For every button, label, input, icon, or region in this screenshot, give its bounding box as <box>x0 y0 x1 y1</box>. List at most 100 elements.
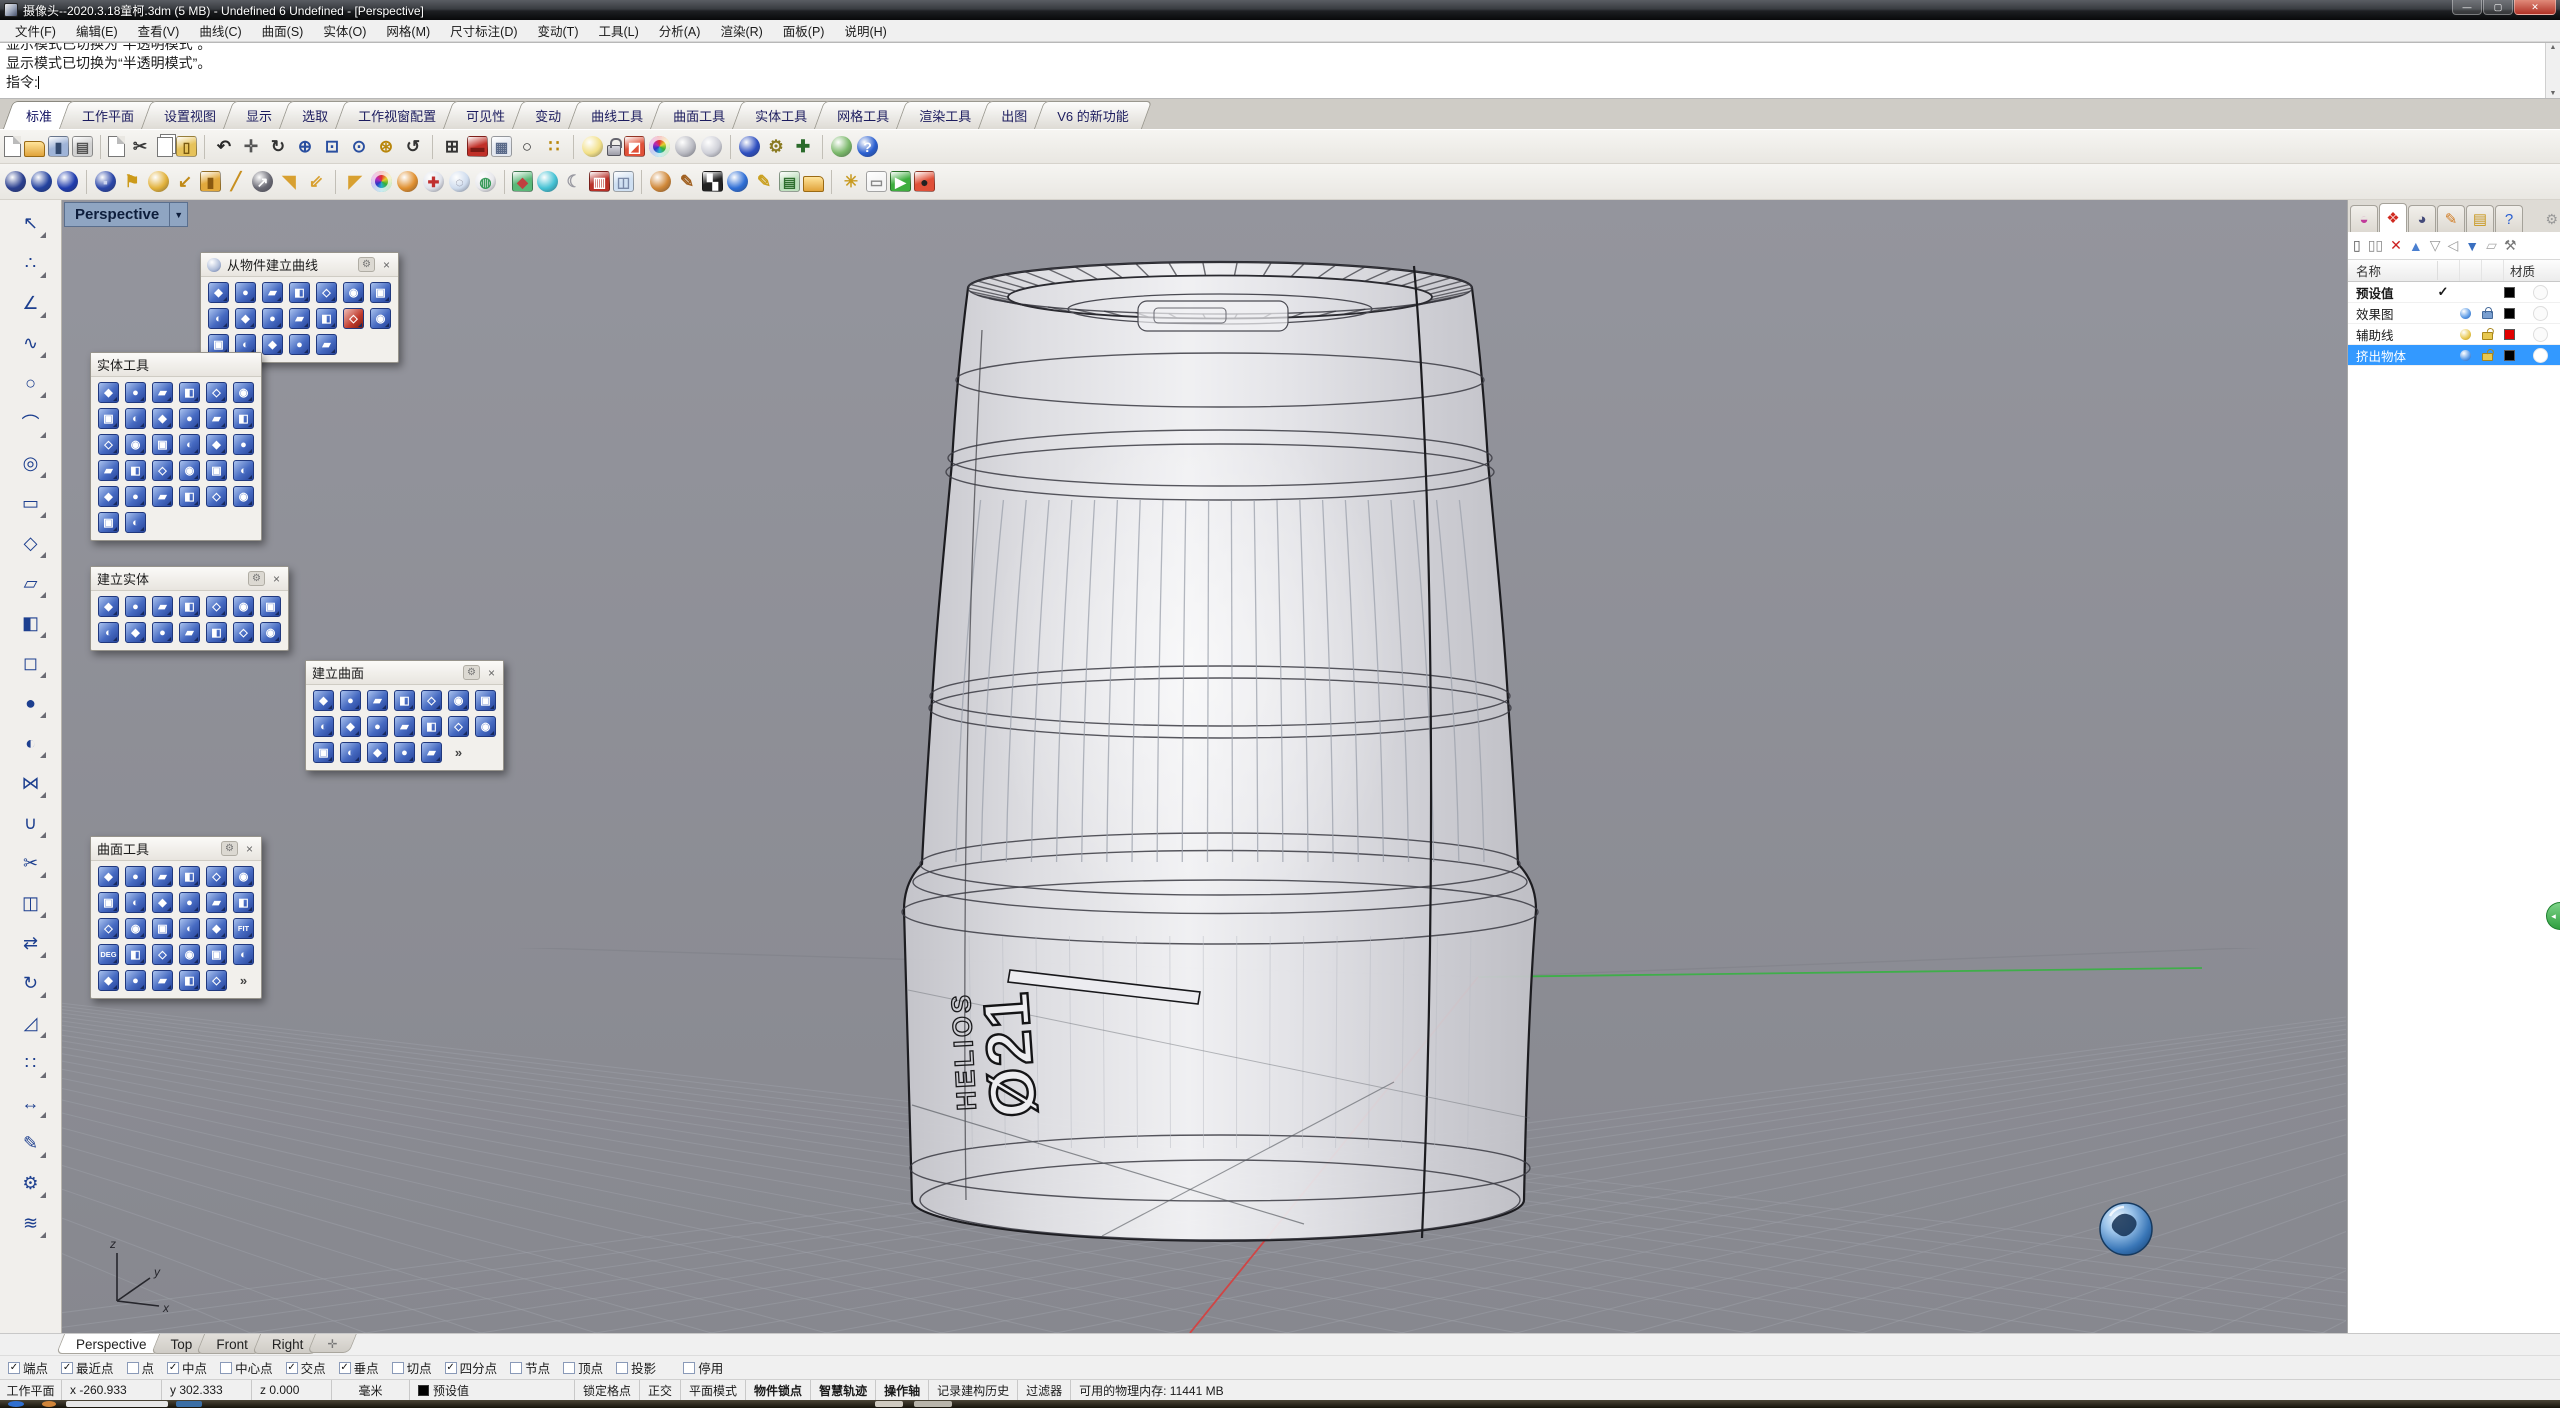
taskbar-app[interactable] <box>176 1401 202 1407</box>
solid-tools-tool-25-icon[interactable]: ◆ <box>98 486 119 507</box>
palette-curves-from-objects-titlebar[interactable]: 从物件建立曲线⚙× <box>201 253 398 277</box>
open-file-icon[interactable] <box>24 141 45 157</box>
left-tool-rotate-icon[interactable]: ↻ <box>14 966 48 1000</box>
curves-from-objects-tool-19-icon[interactable]: ▰ <box>316 334 337 355</box>
ribbon-tab-set-view[interactable]: 设置视图 <box>146 101 234 129</box>
curves-from-objects-tool-11-icon[interactable]: ▰ <box>289 308 310 329</box>
osnap-mid-checkbox[interactable]: ✓ <box>167 1362 179 1374</box>
curves-from-objects-tool-4-icon[interactable]: ◧ <box>289 282 310 303</box>
solid-tools-tool-22-icon[interactable]: ◉ <box>179 460 200 481</box>
starburst-icon[interactable]: ✳ <box>839 170 863 194</box>
solid-tools-tool-19-icon[interactable]: ▰ <box>98 460 119 481</box>
move-down-icon[interactable]: ▽ <box>2430 237 2441 254</box>
osnap-quad[interactable]: ✓四分点 <box>445 1358 498 1377</box>
line-slash-icon[interactable]: ╱ <box>224 170 248 194</box>
surface-tools-tool-23-icon[interactable]: ▣ <box>206 944 227 965</box>
solid-tools-tool-11-icon[interactable]: ▰ <box>206 408 227 429</box>
settings-gear-icon[interactable]: ⚙ <box>764 135 788 159</box>
four-viewports-icon[interactable]: ⊞ <box>440 135 464 159</box>
gear-icon[interactable]: ⚙ <box>221 841 238 856</box>
solid-tools-tool-16-icon[interactable]: ◐ <box>179 434 200 455</box>
layer-row[interactable]: 效果图 <box>2348 303 2560 324</box>
ribbon-tab-render-tools[interactable]: 渲染工具 <box>901 101 989 129</box>
surface-tools-tool-1-icon[interactable]: ◆ <box>98 866 119 887</box>
sheet-icon[interactable]: ▱ <box>2486 237 2497 254</box>
ribbon-tab-visibility[interactable]: 可见性 <box>448 101 523 129</box>
osnap-project-checkbox[interactable] <box>616 1362 628 1374</box>
curves-from-objects-tool-18-icon[interactable]: ● <box>289 334 310 355</box>
menu-tools[interactable]: 工具(L) <box>589 19 647 42</box>
osnap-perp-checkbox[interactable]: ✓ <box>339 1362 351 1374</box>
create-surface-tool-16-icon[interactable]: ◐ <box>340 742 361 763</box>
undo-view-icon[interactable]: ↺ <box>401 135 425 159</box>
save-viewmode-icon[interactable]: ▪ <box>95 171 116 192</box>
create-surface-tool-11-icon[interactable]: ▰ <box>394 716 415 737</box>
left-tool-sphere-icon[interactable]: ● <box>14 686 48 720</box>
solid-tools-tool-30-icon[interactable]: ◉ <box>233 486 254 507</box>
surface-tools-tool-28-icon[interactable]: ◧ <box>179 970 200 991</box>
left-tool-polygon-icon[interactable]: ◇ <box>14 526 48 560</box>
curves-from-objects-tool-13-icon[interactable]: ◇ <box>343 308 364 329</box>
surface-tools-tool-3-icon[interactable]: ▰ <box>152 866 173 887</box>
solid-tools-tool-23-icon[interactable]: ▣ <box>206 460 227 481</box>
material-circle[interactable] <box>2533 327 2548 342</box>
solid-tools-tool-24-icon[interactable]: ◐ <box>233 460 254 481</box>
close-icon[interactable]: × <box>244 842 255 856</box>
clipboard-icon[interactable] <box>108 136 125 157</box>
create-solid-tool-14-icon[interactable]: ◉ <box>260 622 281 643</box>
filter-icon[interactable]: ▼ <box>2465 238 2479 254</box>
solid-tools-tool-4-icon[interactable]: ◧ <box>179 382 200 403</box>
ribbon-tab-new-in-v6[interactable]: V6 的新功能 <box>1039 101 1147 129</box>
solid-tools-tool-21-icon[interactable]: ◇ <box>152 460 173 481</box>
create-surface-tool-15-icon[interactable]: ▣ <box>313 742 334 763</box>
duplicate-layer-icon[interactable]: ▯▯ <box>2368 237 2383 254</box>
cplane-icon[interactable]: ▦ <box>491 136 512 157</box>
left-tool-options-icon[interactable]: ⚙ <box>14 1166 48 1200</box>
menu-transform[interactable]: 变动(T) <box>529 19 588 42</box>
surface-tools-tool-18-icon[interactable]: FIT <box>233 918 254 939</box>
layer-row[interactable]: 挤出物体 <box>2348 345 2560 366</box>
layer-tools-icon[interactable]: ⚒ <box>2504 237 2517 254</box>
osnap-tan-checkbox[interactable] <box>392 1362 404 1374</box>
solid-tools-tool-13-icon[interactable]: ◇ <box>98 434 119 455</box>
control-bar-icon[interactable]: ▮ <box>200 171 221 192</box>
osnap-knot-checkbox[interactable] <box>510 1362 522 1374</box>
solid-tools-tool-31-icon[interactable]: ▣ <box>98 512 119 533</box>
selection-filter-icon[interactable]: ◩ <box>624 136 645 157</box>
surface-tools-tool-20-icon[interactable]: ◧ <box>125 944 146 965</box>
create-solid-tool-6-icon[interactable]: ◉ <box>233 596 254 617</box>
create-solid-tool-4-icon[interactable]: ◧ <box>179 596 200 617</box>
arrow-se-icon[interactable]: ◥ <box>277 170 301 194</box>
lock-icon[interactable] <box>607 145 621 156</box>
solid-tools-tool-32-icon[interactable]: ◐ <box>125 512 146 533</box>
create-solid-tool-5-icon[interactable]: ◇ <box>206 596 227 617</box>
create-solid-tool-10-icon[interactable]: ● <box>152 622 173 643</box>
menu-curve[interactable]: 曲线(C) <box>190 19 250 42</box>
start-orb[interactable] <box>8 1401 24 1407</box>
osnap-project[interactable]: 投影 <box>616 1358 656 1377</box>
curves-from-objects-tool-9-icon[interactable]: ◆ <box>235 308 256 329</box>
osnap-end[interactable]: ✓端点 <box>8 1358 48 1377</box>
menu-dimension[interactable]: 尺寸标注(D) <box>441 19 526 42</box>
draft-cube-icon[interactable]: ◆ <box>512 171 533 192</box>
left-tool-rectangle-icon[interactable]: ▭ <box>14 486 48 520</box>
osnap-perp[interactable]: ✓垂点 <box>339 1358 379 1377</box>
left-tool-box-icon[interactable]: ◻ <box>14 646 48 680</box>
left-tool-mesh-icon[interactable]: ≋ <box>14 1206 48 1240</box>
solid-tools-tool-8-icon[interactable]: ◐ <box>125 408 146 429</box>
folder2-icon[interactable] <box>803 176 824 192</box>
solid-tools-tool-7-icon[interactable]: ▣ <box>98 408 119 429</box>
left-tool-trim-icon[interactable]: ✂ <box>14 846 48 880</box>
taskbar-search[interactable] <box>66 1401 168 1407</box>
ribbon-tab-viewport-layout[interactable]: 工作视窗配置 <box>340 101 454 129</box>
ribbon-tab-curve-tools[interactable]: 曲线工具 <box>573 101 661 129</box>
crescent-icon[interactable]: ☾ <box>562 170 586 194</box>
osnap-point-checkbox[interactable] <box>127 1362 139 1374</box>
surface-tools-tool-15-icon[interactable]: ▣ <box>152 918 173 939</box>
pin-sphere-icon[interactable]: ✚ <box>423 171 444 192</box>
status-toggle-ortho[interactable]: 正交 <box>640 1380 681 1400</box>
material-circle[interactable] <box>2533 285 2548 300</box>
curves-from-objects-tool-2-icon[interactable]: ● <box>235 282 256 303</box>
libraries-tab[interactable]: ▤ <box>2466 205 2494 232</box>
move-up-icon[interactable]: ▲ <box>2409 238 2423 254</box>
